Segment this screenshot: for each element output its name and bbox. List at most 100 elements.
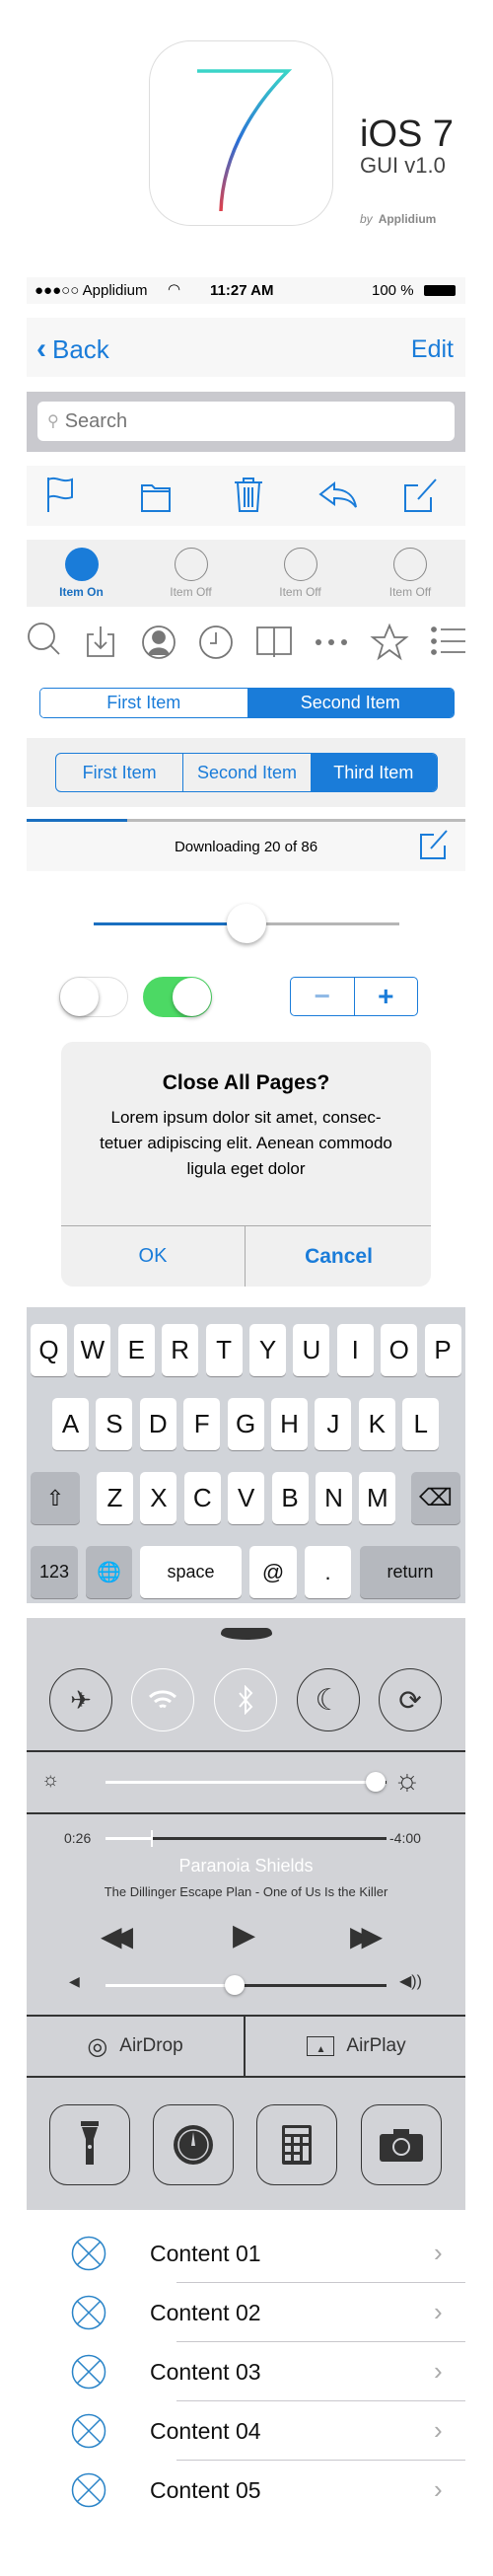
key-i[interactable]: I bbox=[336, 1324, 374, 1376]
segment-first-item[interactable]: First Item bbox=[56, 754, 184, 791]
toggle-on[interactable] bbox=[143, 977, 212, 1017]
wifi-toggle[interactable] bbox=[131, 1668, 194, 1731]
timer-button[interactable] bbox=[153, 2104, 234, 2185]
fast-forward-button[interactable]: ▶▶ bbox=[350, 1920, 383, 1952]
book-icon[interactable] bbox=[256, 626, 292, 657]
camera-button[interactable] bbox=[361, 2104, 442, 2185]
flashlight-button[interactable] bbox=[49, 2104, 130, 2185]
key-v[interactable]: V bbox=[228, 1472, 265, 1524]
rotation-lock-toggle[interactable]: ⟳ bbox=[379, 1668, 442, 1731]
key-r[interactable]: R bbox=[162, 1324, 199, 1376]
tab-item-4[interactable]: Item Off bbox=[355, 540, 465, 607]
list-item[interactable]: Content 01 › bbox=[27, 2224, 465, 2283]
track-scrubber[interactable] bbox=[106, 1830, 387, 1847]
stepper-plus-button[interactable]: + bbox=[355, 978, 418, 1015]
more-icon[interactable] bbox=[316, 639, 347, 645]
list-item[interactable]: Content 03 › bbox=[27, 2342, 465, 2401]
trash-icon[interactable] bbox=[235, 478, 262, 512]
list-item[interactable]: Content 04 › bbox=[27, 2401, 465, 2461]
list-item[interactable]: Content 05 › bbox=[27, 2461, 465, 2520]
segment-second-item[interactable]: Second Item bbox=[183, 754, 310, 791]
key-c[interactable]: C bbox=[183, 1472, 221, 1524]
key-p[interactable]: P bbox=[424, 1324, 461, 1376]
key-w[interactable]: W bbox=[74, 1324, 111, 1376]
at-key[interactable]: @ bbox=[249, 1546, 297, 1598]
key-u[interactable]: U bbox=[293, 1324, 330, 1376]
do-not-disturb-toggle[interactable]: ☾ bbox=[297, 1668, 360, 1731]
key-o[interactable]: O bbox=[381, 1324, 418, 1376]
segment-first-item[interactable]: First Item bbox=[40, 689, 247, 717]
slider-thumb[interactable] bbox=[225, 1975, 246, 1995]
delete-circle-icon[interactable] bbox=[71, 2236, 106, 2271]
delete-circle-icon[interactable] bbox=[71, 2472, 106, 2508]
download-icon[interactable] bbox=[87, 626, 114, 657]
slider-thumb[interactable] bbox=[365, 1772, 386, 1792]
key-m[interactable]: M bbox=[359, 1472, 396, 1524]
scrubber-thumb[interactable] bbox=[150, 1830, 153, 1847]
reply-icon[interactable] bbox=[318, 480, 357, 508]
toggle-off[interactable] bbox=[59, 977, 128, 1017]
search-field[interactable]: ⚲ bbox=[37, 402, 455, 441]
compose-icon[interactable] bbox=[404, 478, 437, 512]
contact-icon[interactable] bbox=[142, 626, 176, 659]
list-icon[interactable] bbox=[431, 626, 465, 655]
key-f[interactable]: F bbox=[183, 1398, 221, 1450]
bluetooth-toggle[interactable] bbox=[214, 1668, 277, 1731]
segment-third-item[interactable]: Third Item bbox=[310, 754, 437, 791]
brightness-slider[interactable] bbox=[106, 1772, 387, 1792]
tab-item-1[interactable]: Item On bbox=[27, 540, 136, 607]
key-b[interactable]: B bbox=[271, 1472, 309, 1524]
back-button[interactable]: ‹ Back bbox=[36, 332, 109, 366]
grabber-icon[interactable] bbox=[221, 1628, 272, 1640]
airplay-button[interactable]: ▲ AirPlay bbox=[247, 2017, 465, 2076]
return-key[interactable]: return bbox=[360, 1546, 460, 1598]
flag-icon[interactable] bbox=[47, 477, 73, 512]
star-icon[interactable] bbox=[370, 623, 409, 661]
key-s[interactable]: S bbox=[96, 1398, 133, 1450]
key-k[interactable]: K bbox=[358, 1398, 395, 1450]
key-j[interactable]: J bbox=[315, 1398, 352, 1450]
edit-button[interactable]: Edit bbox=[411, 335, 454, 364]
compose-icon[interactable] bbox=[417, 827, 451, 860]
slider[interactable] bbox=[94, 904, 399, 943]
delete-key[interactable]: ⌫ bbox=[411, 1472, 460, 1524]
airdrop-button[interactable]: ◎ AirDrop bbox=[27, 2017, 246, 2076]
key-a[interactable]: A bbox=[52, 1398, 89, 1450]
key-d[interactable]: D bbox=[139, 1398, 176, 1450]
tab-item-2[interactable]: Item Off bbox=[136, 540, 246, 607]
shift-key[interactable]: ⇧ bbox=[31, 1472, 80, 1524]
key-l[interactable]: L bbox=[402, 1398, 440, 1450]
delete-circle-icon[interactable] bbox=[71, 2295, 106, 2330]
airplane-mode-toggle[interactable]: ✈ bbox=[49, 1668, 112, 1731]
list-item[interactable]: Content 02 › bbox=[27, 2283, 465, 2342]
key-e[interactable]: E bbox=[117, 1324, 155, 1376]
volume-slider[interactable] bbox=[106, 1975, 387, 1995]
clock-icon[interactable] bbox=[199, 626, 233, 659]
slider-thumb[interactable] bbox=[227, 904, 266, 943]
rewind-button[interactable]: ◀◀ bbox=[101, 1920, 133, 1952]
dot-key[interactable]: . bbox=[305, 1546, 351, 1598]
ok-button[interactable]: OK bbox=[61, 1226, 246, 1287]
numbers-key[interactable]: 123 bbox=[31, 1546, 78, 1598]
key-h[interactable]: H bbox=[271, 1398, 308, 1450]
delete-circle-icon[interactable] bbox=[71, 2413, 106, 2449]
cancel-button[interactable]: Cancel bbox=[246, 1226, 431, 1287]
delete-circle-icon[interactable] bbox=[71, 2354, 106, 2390]
key-g[interactable]: G bbox=[227, 1398, 264, 1450]
tab-item-3[interactable]: Item Off bbox=[246, 540, 355, 607]
key-q[interactable]: Q bbox=[31, 1324, 67, 1376]
segment-second-item[interactable]: Second Item bbox=[246, 689, 454, 717]
calculator-button[interactable] bbox=[256, 2104, 337, 2185]
space-key[interactable]: space bbox=[140, 1546, 242, 1598]
search-icon[interactable] bbox=[28, 623, 60, 655]
key-y[interactable]: Y bbox=[249, 1324, 286, 1376]
key-z[interactable]: Z bbox=[97, 1472, 133, 1524]
folder-icon[interactable] bbox=[141, 484, 171, 512]
globe-key[interactable]: 🌐 bbox=[86, 1546, 132, 1598]
key-t[interactable]: T bbox=[205, 1324, 243, 1376]
search-input[interactable] bbox=[64, 409, 440, 433]
key-x[interactable]: X bbox=[140, 1472, 177, 1524]
key-n[interactable]: N bbox=[316, 1472, 352, 1524]
play-button[interactable]: ▶ bbox=[233, 1918, 255, 1952]
stepper-minus-button[interactable]: − bbox=[291, 978, 355, 1015]
